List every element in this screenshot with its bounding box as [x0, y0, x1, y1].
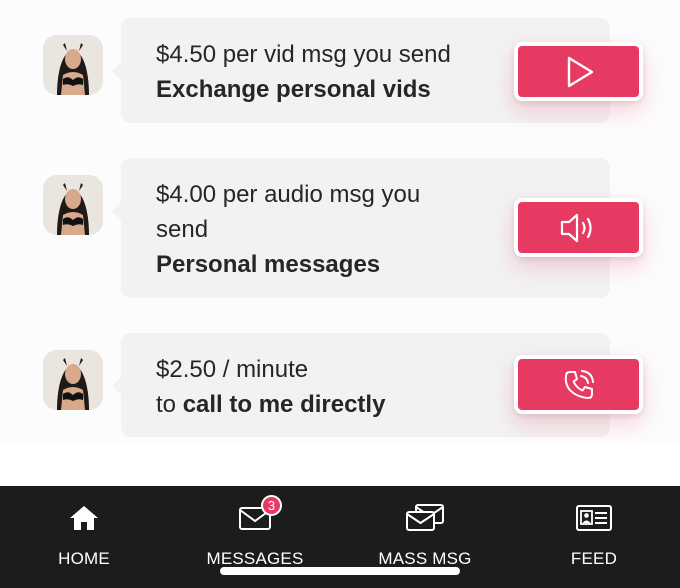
offer-title: Exchange personal vids: [156, 76, 431, 103]
call-button[interactable]: [514, 355, 643, 414]
offer-list: $4.50 per vid msg you send Exchange pers…: [0, 0, 680, 442]
home-icon: [70, 506, 98, 530]
offer-title: Personal messages: [156, 251, 381, 278]
avatar[interactable]: [43, 175, 103, 235]
nav-label: FEED: [570, 549, 618, 568]
nav-item-feed[interactable]: FEED: [514, 486, 674, 588]
send-audio-button[interactable]: [514, 198, 643, 257]
nav-label: MESSAGES: [206, 549, 304, 568]
offer-text: $4.50 per vid msg you send Exchange pers…: [156, 37, 486, 107]
nav-item-home[interactable]: HOME: [4, 486, 164, 588]
play-icon: [567, 56, 593, 87]
offer-price-continued: send: [156, 216, 209, 243]
avatar-photo: [43, 175, 103, 235]
send-video-button[interactable]: [514, 42, 643, 101]
offer-video: $4.50 per vid msg you send Exchange pers…: [0, 18, 680, 123]
nav-label: MASS MSG: [378, 549, 472, 568]
nav-label: HOME: [58, 549, 110, 568]
offer-text: $4.00 per audio msg you send Personal me…: [156, 177, 486, 282]
unread-count-badge: 3: [261, 495, 282, 516]
home-indicator[interactable]: [220, 567, 460, 575]
speaker-icon: [560, 213, 592, 242]
offer-text: $2.50 / minute to call to me directly: [156, 352, 486, 422]
offer-call: $2.50 / minute to call to me directly: [0, 333, 680, 437]
offer-price: $4.00 per audio msg you: [156, 181, 421, 208]
mass-message-icon: [406, 504, 444, 531]
offer-prefix: to: [156, 391, 177, 418]
avatar-photo: [43, 350, 103, 410]
avatar[interactable]: [43, 35, 103, 95]
offer-price: $2.50 / minute: [156, 356, 309, 383]
offer-price: $4.50 per vid msg you send: [156, 41, 451, 68]
offer-title-line: to call to me directly: [156, 387, 486, 422]
offer-title: call to me directly: [182, 391, 386, 418]
avatar-photo: [43, 35, 103, 95]
phone-call-icon: [564, 369, 594, 399]
offer-audio: $4.00 per audio msg you send Personal me…: [0, 158, 680, 298]
avatar[interactable]: [43, 350, 103, 410]
id-card-icon: [576, 505, 612, 531]
